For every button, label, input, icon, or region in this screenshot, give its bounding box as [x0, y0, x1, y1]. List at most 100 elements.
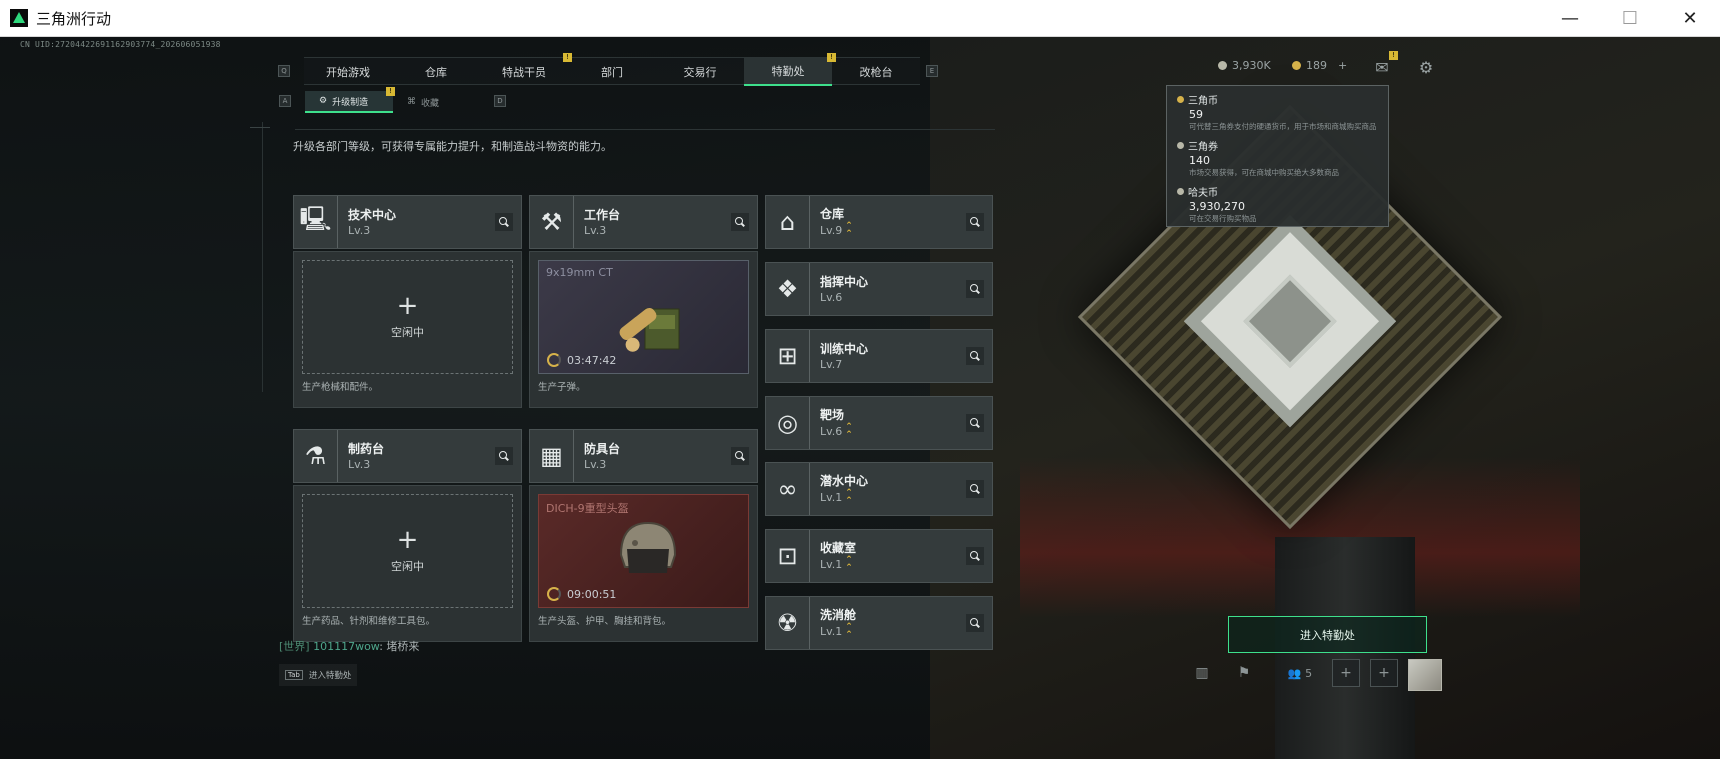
- inspect-button[interactable]: [966, 347, 984, 365]
- facility-diving-center[interactable]: ∞ 潜水中心 Lv.1 ⌃ ⌃: [765, 462, 993, 516]
- ammo-box-image: [619, 307, 680, 352]
- inspect-button[interactable]: [731, 213, 749, 231]
- tab-gunsmith[interactable]: 改枪台: [832, 58, 920, 86]
- tab-trading[interactable]: 交易行: [656, 58, 744, 86]
- collection-room-icon: ⊡: [766, 530, 810, 582]
- armor-blocks-icon: ▦: [530, 430, 574, 482]
- coupon-currency[interactable]: 189 +: [1292, 59, 1347, 72]
- add-friend-slot-button[interactable]: +: [1370, 659, 1398, 687]
- tab-shortcut-hint[interactable]: Tab 进入特勤处: [279, 664, 358, 686]
- subnav-next-key-hint: D: [494, 95, 506, 107]
- command-center-icon: ❖: [766, 263, 810, 315]
- minimize-button[interactable]: —: [1540, 0, 1600, 37]
- upgrade-available-icon: ⌃ ⌃: [845, 622, 853, 640]
- dept-card-workbench[interactable]: ⚒ 工作台 Lv.3: [529, 195, 758, 249]
- sub-nav: ⚙ 升级制造 ! ⌘ 收藏: [305, 87, 481, 113]
- subnav-prev-key-hint: A: [279, 95, 291, 107]
- craft-timer: 03:47:42: [567, 353, 617, 367]
- page-intro-text: 升级各部门等级，可获得专属能力提升，和制造战斗物资的能力。: [293, 140, 612, 153]
- friends-icon: 👥: [1287, 666, 1302, 680]
- pharmacy-slot-panel: + 空闲中 生产药品、针剂和维修工具包。: [293, 485, 522, 642]
- facility-command-center[interactable]: ❖ 指挥中心 Lv.6: [765, 262, 993, 316]
- settings-gear-icon[interactable]: ⚙: [1416, 57, 1436, 77]
- add-currency-button[interactable]: +: [1338, 59, 1347, 72]
- tools-icon: ⚒: [530, 196, 574, 248]
- game-viewport: CN UID:27204422691162903774_202606051938…: [0, 37, 1720, 759]
- enter-special-ops-button[interactable]: 进入特勤处: [1228, 616, 1427, 653]
- window-title: 三角洲行动: [36, 9, 112, 28]
- window-titlebar: 三角洲行动 — ☐ ✕: [0, 0, 1720, 37]
- friends-button[interactable]: 👥 5: [1280, 659, 1320, 687]
- add-craft-icon: +: [396, 525, 419, 555]
- inspect-button[interactable]: [731, 447, 749, 465]
- tab-departments[interactable]: 部门: [568, 58, 656, 86]
- inspect-button[interactable]: [495, 213, 513, 231]
- tooltip-row-hafu-coin: 哈夫币 3,930,270 可在交易行购买物品: [1177, 184, 1378, 224]
- timer-icon: [547, 353, 561, 367]
- alert-badge: !: [1389, 51, 1398, 60]
- facility-collection-room[interactable]: ⊡ 收藏室 Lv.1 ⌃ ⌃: [765, 529, 993, 583]
- tab-warehouse[interactable]: 仓库: [392, 58, 480, 86]
- collection-icon: ⌘: [407, 97, 416, 107]
- dept-card-armor[interactable]: ▦ 防具台 Lv.3: [529, 429, 758, 483]
- timer-icon: [547, 587, 561, 601]
- dept-card-pharmacy[interactable]: ⚗ 制药台 Lv.3: [293, 429, 522, 483]
- idle-slot[interactable]: + 空闲中: [302, 494, 513, 608]
- facility-training-center[interactable]: ⊞ 训练中心 Lv.7: [765, 329, 993, 383]
- maximize-button[interactable]: ☐: [1600, 0, 1660, 37]
- add-friend-slot-button[interactable]: +: [1332, 659, 1360, 687]
- facility-warehouse[interactable]: ⌂ 仓库 Lv.9 ⌃ ⌃: [765, 195, 993, 249]
- radiation-icon: ☢: [766, 597, 810, 649]
- app-logo-icon: [10, 9, 28, 27]
- currency-tooltip: 三角币 59 可代替三角券支付的硬通货币，用于市场和商城购买商品 三角券 140…: [1166, 85, 1389, 227]
- inspect-button[interactable]: [966, 547, 984, 565]
- crafting-slot-ammo[interactable]: 9x19mm CT 03:47:42: [538, 260, 749, 374]
- close-button[interactable]: ✕: [1660, 0, 1720, 37]
- upgrade-available-icon: ⌃ ⌃: [845, 422, 853, 440]
- tab-operators[interactable]: 特战干员!: [480, 53, 572, 86]
- inspect-button[interactable]: [495, 447, 513, 465]
- subtab-upgrade-craft[interactable]: ⚙ 升级制造 !: [305, 87, 395, 113]
- inspect-button[interactable]: [966, 480, 984, 498]
- triangle-coupon-icon: [1177, 142, 1184, 149]
- subtab-collection[interactable]: ⌘ 收藏: [393, 91, 481, 113]
- tooltip-row-triangle-coupon: 三角券 140 市场交易获得，可在商城中购买绝大多数商品: [1177, 138, 1378, 178]
- microscope-icon: ⚗: [294, 430, 338, 482]
- facility-decontamination[interactable]: ☢ 洗消舱 Lv.1 ⌃ ⌃: [765, 596, 993, 650]
- inspect-button[interactable]: [966, 213, 984, 231]
- facility-shooting-range[interactable]: ◎ 靶场 Lv.6 ⌃ ⌃: [765, 396, 993, 450]
- add-craft-icon: +: [396, 291, 419, 321]
- upgrade-available-icon: ⌃ ⌃: [845, 555, 853, 573]
- idle-slot[interactable]: + 空闲中: [302, 260, 513, 374]
- inspect-button[interactable]: [966, 614, 984, 632]
- flag-icon[interactable]: ⚑: [1232, 659, 1256, 687]
- tab-start-game[interactable]: 开始游戏: [304, 58, 392, 86]
- dept-card-tech-center[interactable]: 🖳 技术中心 Lv.3: [293, 195, 522, 249]
- crafting-slot-helmet[interactable]: DICH-9重型头盔 09:00:51: [538, 494, 749, 608]
- warehouse-icon: ⌂: [766, 196, 810, 248]
- armor-slot-panel: DICH-9重型头盔 09:00:51 生产头盔、护甲、胸挂和背包。: [529, 485, 758, 642]
- player-avatar[interactable]: [1408, 659, 1442, 691]
- inspect-button[interactable]: [966, 280, 984, 298]
- craft-icon: ⚙: [319, 96, 328, 106]
- target-icon: ◎: [766, 397, 810, 449]
- nav-next-key-hint: E: [926, 65, 938, 77]
- dumbbell-icon: ⊞: [766, 330, 810, 382]
- mail-icon[interactable]: ✉!: [1372, 51, 1398, 77]
- helmet-image: [619, 521, 677, 573]
- tooltip-row-triangle-coin: 三角币 59 可代替三角券支付的硬通货币，用于市场和商城购买商品: [1177, 92, 1378, 132]
- inspect-button[interactable]: [966, 414, 984, 432]
- coupon-coin-icon: [1292, 61, 1301, 70]
- upgrade-available-icon: ⌃ ⌃: [845, 488, 853, 506]
- stats-chart-icon[interactable]: ▥: [1190, 659, 1214, 687]
- user-uid: CN UID:27204422691162903774_202606051938: [20, 40, 221, 49]
- hafu-coin-icon: [1177, 188, 1184, 195]
- diving-mask-icon: ∞: [766, 463, 810, 515]
- world-chat-message[interactable]: [世界] 101117wow: 堵桥来: [279, 638, 419, 654]
- hafu-coin-icon: [1218, 61, 1227, 70]
- main-nav: 开始游戏 仓库 特战干员! 部门 交易行 特勤处! 改枪台: [304, 53, 920, 86]
- craft-timer: 09:00:51: [567, 587, 617, 601]
- hafu-currency[interactable]: 3,930K: [1218, 59, 1271, 72]
- tech-center-slot-panel: + 空闲中 生产枪械和配件。: [293, 251, 522, 408]
- tab-special-ops[interactable]: 特勤处!: [744, 53, 836, 86]
